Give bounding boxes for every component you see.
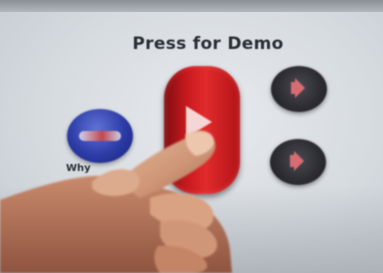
photo-scene: Press for Demo Why: [0, 0, 383, 273]
pointing-hand: [0, 130, 232, 273]
